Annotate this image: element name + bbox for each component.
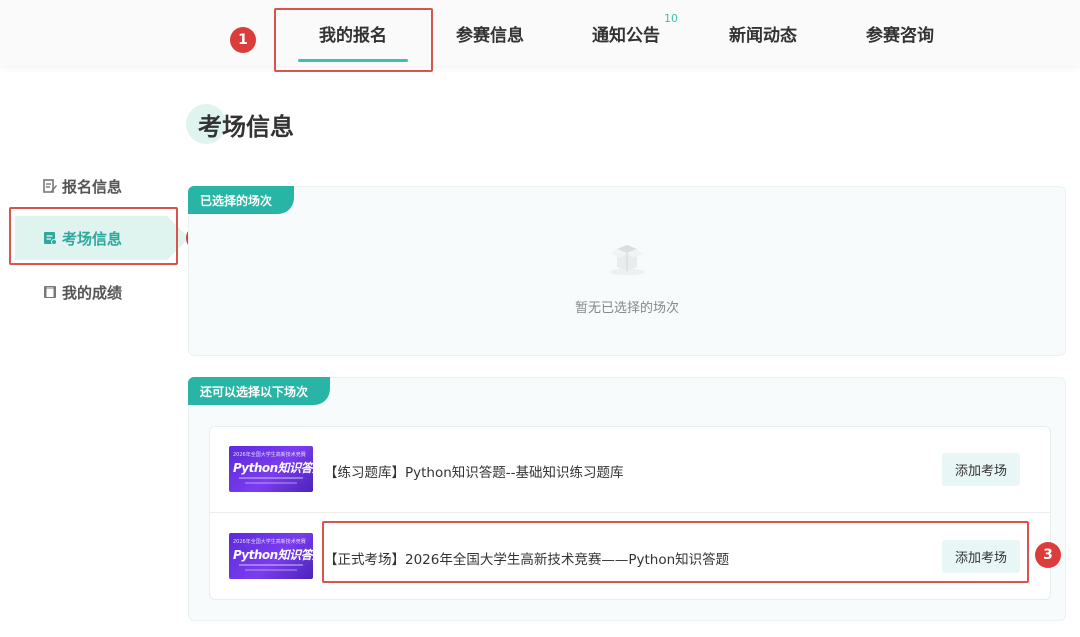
sidebar-item-label: 我的成绩 <box>62 283 123 302</box>
nav-tab-notices[interactable]: 通知公告 10 <box>576 0 678 66</box>
add-exam-button[interactable]: 添加考场 <box>942 453 1020 486</box>
nav-tab-consultation[interactable]: 参赛咨询 <box>850 0 950 66</box>
available-sessions-tag: 还可以选择以下场次 <box>188 377 331 405</box>
thumb-caption: 2026年全国大学生高新技术竞赛 <box>233 539 306 545</box>
session-thumbnail: 2026年全国大学生高新技术竞赛 Python知识答题 <box>229 446 313 492</box>
step-marker-3: 3 <box>1035 542 1061 568</box>
notice-count-badge: 10 <box>664 12 678 25</box>
thumb-line <box>239 564 303 566</box>
selected-sessions-panel: 已选择的场次 暂无已选择的场次 <box>188 186 1066 356</box>
edit-doc-icon <box>43 179 57 193</box>
top-nav: 我的报名 参赛信息 通知公告 10 新闻动态 参赛咨询 <box>0 0 1080 66</box>
highlight-box-2 <box>9 207 178 265</box>
sidebar-item-registration-info[interactable]: 报名信息 <box>15 164 167 208</box>
page-title: 考场信息 <box>198 113 294 141</box>
empty-box-icon <box>603 235 651 277</box>
sidebar-item-my-scores[interactable]: 我的成绩 <box>15 270 167 314</box>
nav-tab-label: 参赛信息 <box>456 25 524 46</box>
nav-tab-label: 参赛咨询 <box>866 25 934 46</box>
thumb-line <box>239 477 303 479</box>
nav-tab-news[interactable]: 新闻动态 <box>713 0 813 66</box>
score-doc-icon <box>43 285 57 299</box>
nav-tab-label: 通知公告 <box>592 25 660 46</box>
thumb-title: Python知识答题 <box>233 461 313 475</box>
highlight-box-3 <box>322 521 1029 583</box>
thumb-line <box>245 569 297 571</box>
session-thumbnail: 2026年全国大学生高新技术竞赛 Python知识答题 <box>229 533 313 579</box>
nav-tab-label: 新闻动态 <box>729 25 797 46</box>
step-marker-1: 1 <box>230 27 256 53</box>
thumb-title: Python知识答题 <box>233 548 313 562</box>
sidebar-item-label: 报名信息 <box>62 177 123 196</box>
empty-state-text: 暂无已选择的场次 <box>574 301 679 316</box>
thumb-caption: 2026年全国大学生高新技术竞赛 <box>233 452 306 458</box>
session-row: 2026年全国大学生高新技术竞赛 Python知识答题 【练习题库】Python… <box>210 427 1050 513</box>
available-sessions-panel: 还可以选择以下场次 2026年全国大学生高新技术竞赛 Python知识答题 【练… <box>188 377 1066 621</box>
highlight-box-1 <box>274 8 433 72</box>
nav-tab-competition-info[interactable]: 参赛信息 <box>440 0 540 66</box>
thumb-line <box>245 482 297 484</box>
session-title: 【练习题库】Python知识答题--基础知识练习题库 <box>324 465 624 481</box>
selected-sessions-tag: 已选择的场次 <box>188 186 295 214</box>
